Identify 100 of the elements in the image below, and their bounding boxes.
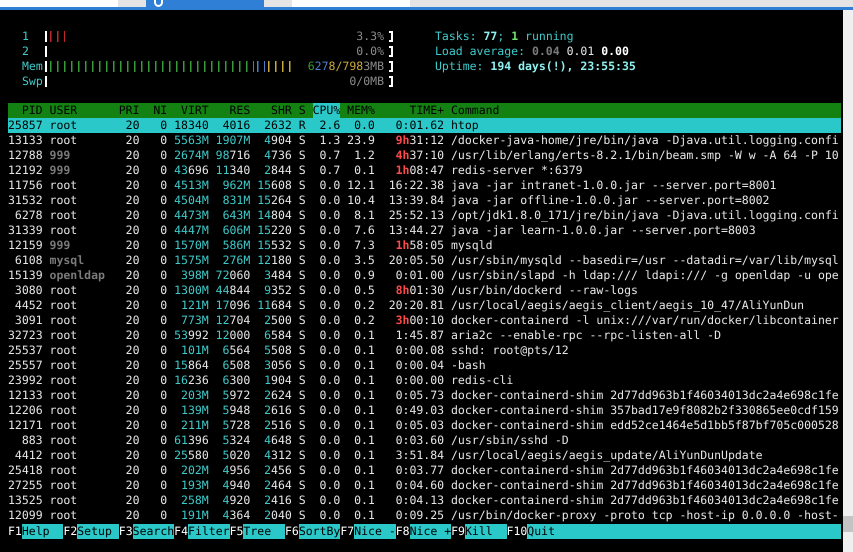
- process-row[interactable]: 12159 999 20 0 1570M 586M 15532 S 0.0 7.3 1h58:05 mysqld: [8, 238, 841, 253]
- user-cell-text: root: [50, 403, 78, 418]
- command-cell: /usr/bin/docker-proxy -proto tcp -host-ip 0.0.0.0 -host-: [451, 508, 839, 523]
- priority-cell-text: 20: [124, 223, 140, 238]
- function-key-button[interactable]: Search: [132, 524, 174, 539]
- nice-cell-text: 0: [159, 268, 168, 283]
- process-row[interactable]: 12206 root 20 0 139M 5948 2616 S 0.0 0.1 0:49.03 docker-containerd-shim 357bad17e9f8082b2f330865ee0cdf159: [8, 403, 841, 418]
- load-info-text: 0.01: [566, 44, 594, 59]
- process-row[interactable]: 12171 root 20 0 211M 5728 2516 S 0.0 0.1 0:05.03 docker-containerd-shim edd52ce1464e5d1bb5f87bf705c000528: [8, 418, 841, 433]
- process-row[interactable]: 4412 root 20 0 25580 5020 4312 S 0.0 0.1 3:51.84 /usr/local/aegis/aegis_update/AliYunDunUpdate: [8, 448, 841, 463]
- function-key-button[interactable]: Nice -: [354, 524, 396, 539]
- process-row[interactable]: 25557 root 20 0 15864 6508 3056 S 0.0 0.1 0:00.04 -bash: [8, 358, 841, 373]
- res-cell-text: 962M: [222, 178, 250, 193]
- shr-cell-text: 2416: [263, 493, 292, 508]
- process-row[interactable]: 32723 root 20 0 53992 12000 6584 S 0.0 0.1 1:45.87 aria2c --enable-rpc --rpc-listen-all -D: [8, 328, 841, 343]
- time-cell-text: 0:00.00: [394, 373, 444, 388]
- nice-cell-text: 0: [159, 433, 168, 448]
- browser-tab[interactable]: [146, 0, 264, 7]
- process-row[interactable]: 883 root 20 0 61396 5324 4648 S 0.0 0.1 0:03.60 /usr/sbin/sshd -D: [8, 433, 841, 448]
- shr-cell-text: 2516: [263, 418, 292, 433]
- res-cell-text: 5324: [222, 433, 250, 448]
- virt-cell: 4447M: [174, 223, 209, 238]
- function-key-button[interactable]: SortBy: [298, 524, 340, 539]
- process-row[interactable]: 15139 openldap 20 0 398M 72060 3484 S 0.0 0.9 0:01.00 /usr/sbin/slapd -h ldap:/// ldapi:/// -g openldap -u ope: [8, 268, 841, 283]
- process-row[interactable]: 31339 root 20 0 4447M 606M 15220 S 0.0 7.6 13:44.27 java -jar learn-1.0.0.jar --server.port=8003: [8, 223, 841, 238]
- nice-cell-text: 0: [159, 118, 168, 133]
- pid-cell-text: 3091: [14, 313, 43, 328]
- process-row[interactable]: 6278 root 20 0 4473M 643M 14804 S 0.0 8.1 25:52.13 /opt/jdk1.8.0_171/jre/bin/java -Djava.util.logging.confi: [8, 208, 841, 223]
- function-key-button[interactable]: Quit: [527, 524, 841, 539]
- process-row[interactable]: 23992 root 20 0 16236 6300 1904 S 0.0 0.1 0:00.00 redis-cli: [8, 373, 841, 388]
- process-row[interactable]: 25537 root 20 0 101M 6564 5508 S 0.0 0.1 0:00.08 sshd: root@pts/12: [8, 343, 841, 358]
- process-row[interactable]: 13133 root 20 0 5563M 1907M 4904 S 1.3 23.9 9h31:12 /docker-java-home/jre/bin/java -Djava.util.logging.confi: [8, 133, 841, 148]
- mem-cell-text: 0.1: [353, 358, 375, 373]
- state-cell: S: [298, 478, 306, 493]
- process-row[interactable]: 3091 root 20 0 773M 12704 2500 S 0.0 0.2 3h00:10 docker-containerd -l unix:///var/run/docker/libcontainer: [8, 313, 841, 328]
- function-key-button[interactable]: Nice +: [410, 524, 452, 539]
- column-header[interactable]: RES: [216, 103, 250, 118]
- user-cell-text: root: [50, 178, 78, 193]
- priority-cell-text: 20: [124, 163, 140, 178]
- process-row[interactable]: 31532 root 20 0 4504M 831M 15264 S 0.0 10.4 13:39.84 java -jar offline-1.0.0.jar --server.port=8002: [8, 193, 841, 208]
- command-cell: /usr/sbin/slapd -h ldap:/// ldapi:/// -g openldap -u ope: [451, 268, 839, 283]
- command-cell: htop: [451, 118, 479, 133]
- process-row[interactable]: 12192 999 20 0 43696 11340 2844 S 0.7 0.1 1h08:47 redis-server *:6379: [8, 163, 841, 178]
- shr-cell: 15220: [257, 223, 292, 238]
- cpu-cell-text: 1.3: [318, 133, 340, 148]
- column-header[interactable]: S: [298, 103, 306, 118]
- state-cell: S: [298, 208, 306, 223]
- process-row[interactable]: 25418 root 20 0 202M 4956 2456 S 0.0 0.1 0:03.77 docker-containerd-shim 2d77dd963b1f46034013dc2a4e698c1fe: [8, 463, 841, 478]
- process-row[interactable]: 12788 999 20 0 2674M 98716 4736 S 0.7 1.2 4h37:10 /usr/lib/erlang/erts-8.2.1/bin/beam.smp -W w -A 64 -P 10: [8, 148, 841, 163]
- command-cell: /docker-java-home/jre/bin/java -Djava.util.logging.confi: [451, 133, 839, 148]
- cpu-cell-text: 0.0: [318, 448, 340, 463]
- pid-cell: 13525: [8, 493, 43, 508]
- process-row[interactable]: 27255 root 20 0 193M 4940 2464 S 0.0 0.1 0:04.60 docker-containerd-shim 2d77dd963b1f46034013dc2a4e698c1fe: [8, 478, 841, 493]
- load-info-text: 0.04: [532, 44, 560, 59]
- cpu-cell-text: 0.0: [318, 433, 340, 448]
- column-header[interactable]: PID: [8, 103, 43, 118]
- res-cell-text: 4016: [222, 118, 250, 133]
- state-cell: S: [298, 328, 306, 343]
- nice-cell-text: 0: [159, 133, 168, 148]
- process-row[interactable]: 4452 root 20 0 121M 17096 11684 S 0.0 0.2 20:20.81 /usr/local/aegis/aegis_client/aegis_10_47/AliYunDun: [8, 298, 841, 313]
- command-cell: java -jar intranet-1.0.0.jar --server.port=8001: [451, 178, 776, 193]
- process-row[interactable]: 3080 root 20 0 1300M 44844 9352 S 0.0 0.5 8h01:30 /usr/bin/dockerd --raw-logs: [8, 283, 841, 298]
- function-key-button[interactable]: Kill: [464, 524, 507, 539]
- scrollbar[interactable]: [843, 10, 853, 552]
- shr-cell: 15532: [257, 238, 292, 253]
- process-row[interactable]: 13525 root 20 0 258M 4920 2416 S 0.0 0.1 0:04.13 docker-containerd-shim 2d77dd963b1f46034013dc2a4e698c1fe: [8, 493, 841, 508]
- column-header[interactable]: USER: [50, 103, 112, 118]
- column-header[interactable]: SHR: [257, 103, 292, 118]
- process-row[interactable]: 6108 mysql 20 0 1575M 276M 12180 S 0.0 3.5 20:05.50 /usr/sbin/mysqld --basedir=/usr --datadir=/var/lib/mysql: [8, 253, 841, 268]
- process-row[interactable]: 11756 root 20 0 4513M 962M 15608 S 0.0 12.1 16:22.38 java -jar intranet-1.0.0.jar --server.port=8001: [8, 178, 841, 193]
- cpu-cell-text: 0.0: [318, 313, 340, 328]
- priority-cell-text: 20: [124, 433, 140, 448]
- function-key-button[interactable]: Tree: [243, 524, 285, 539]
- column-header[interactable]: VIRT: [174, 103, 209, 118]
- column-header[interactable]: TIME+: [382, 103, 444, 118]
- virt-cell: 2674M: [174, 148, 209, 163]
- command-cell: docker-containerd-shim 2d77dd963b1f46034013dc2a4e698c1fe: [451, 463, 839, 478]
- column-header[interactable]: PRI: [118, 103, 140, 118]
- function-key: F4: [174, 524, 188, 539]
- process-row[interactable]: 12133 root 20 0 203M 5972 2624 S 0.0 0.1 0:05.73 docker-containerd-shim 2d77dd963b1f46034013dc2a4e698c1fe: [8, 388, 841, 403]
- mem-cell-text: 1.2: [353, 148, 375, 163]
- column-header[interactable]: Command: [451, 103, 500, 118]
- command-cell: /usr/local/aegis/aegis_update/AliYunDunUpdate: [451, 448, 763, 463]
- state-cell: S: [298, 163, 306, 178]
- column-header[interactable]: MEM%: [347, 103, 375, 118]
- process-row[interactable]: 12099 root 20 0 191M 4364 2040 S 0.0 0.1 0:09.25 /usr/bin/docker-proxy -proto tcp -host-ip 0.0.0.0 -host-: [8, 508, 841, 523]
- pid-cell: 25857: [8, 118, 43, 133]
- res-cell-text: 643M: [222, 208, 250, 223]
- cpu-cell-text: 0.0: [318, 178, 340, 193]
- process-row[interactable]: 25857 root 20 0 18340 4016 2632 R 2.6 0.0 0:01.62 htop: [8, 118, 841, 133]
- pid-cell: 25537: [8, 343, 43, 358]
- column-header[interactable]: NI: [146, 103, 168, 118]
- function-key-button[interactable]: Filter: [188, 524, 230, 539]
- function-key-button[interactable]: Help: [22, 524, 64, 539]
- time-cell-text: 13:39.84: [388, 193, 444, 208]
- mem-cell-text: 0.1: [353, 343, 375, 358]
- state-cell: R: [298, 118, 306, 133]
- cpu-cell-text: 0.0: [318, 373, 340, 388]
- function-key: F3: [118, 524, 133, 539]
- function-key-button[interactable]: Setup: [77, 524, 119, 539]
